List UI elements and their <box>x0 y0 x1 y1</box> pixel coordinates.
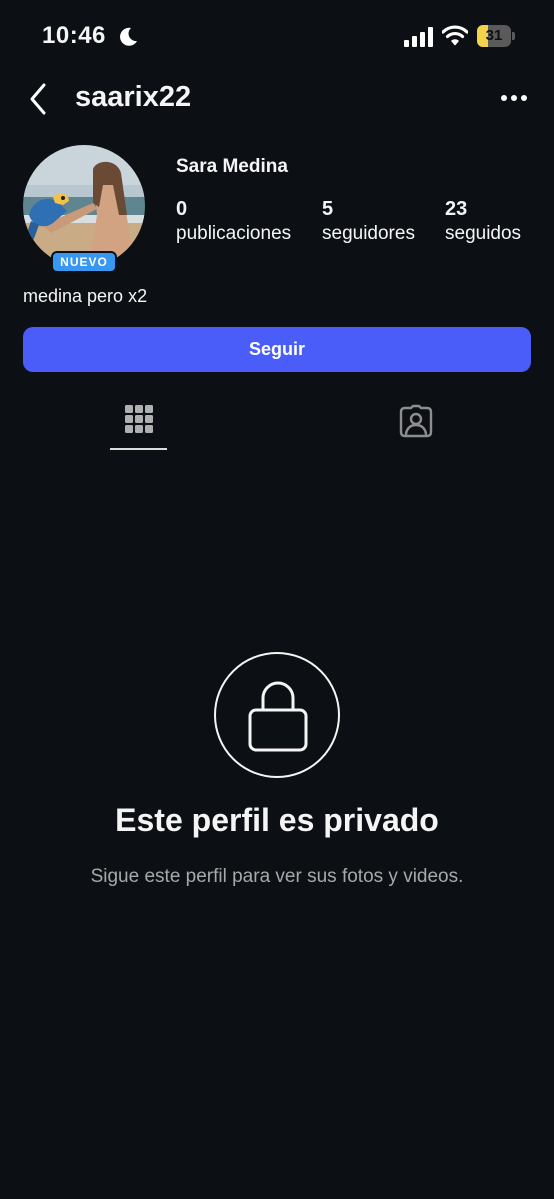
tab-posts-grid[interactable] <box>110 400 167 452</box>
followers-stat[interactable]: 5 seguidores <box>322 197 415 247</box>
lock-icon <box>248 681 308 752</box>
private-profile-subtitle: Sigue este perfil para ver sus fotos y v… <box>90 866 464 887</box>
status-time: 10:46 <box>42 22 106 49</box>
avatar[interactable] <box>23 145 145 267</box>
battery-icon: 31 <box>477 25 515 47</box>
lock-circle <box>214 652 340 778</box>
followers-label: seguidores <box>322 223 415 244</box>
following-label: seguidos <box>445 223 522 244</box>
battery-tip <box>512 32 515 40</box>
full-name: Sara Medina <box>176 156 288 177</box>
grid-icon <box>125 405 153 433</box>
signal-icon <box>404 27 433 47</box>
more-horizontal-icon[interactable] <box>500 92 528 104</box>
posts-count: 0 <box>176 198 188 220</box>
wifi-icon <box>442 25 468 46</box>
tagged-person-icon <box>399 404 433 438</box>
new-badge: NUEVO <box>51 251 117 273</box>
battery-body: 31 <box>477 25 511 47</box>
posts-stat: 0 publicaciones <box>176 197 291 247</box>
following-stat[interactable]: 23 seguidos <box>445 197 521 247</box>
posts-label: publicaciones <box>176 223 292 244</box>
moon-icon <box>120 27 137 46</box>
avatar-photo <box>23 145 145 267</box>
follow-button[interactable]: Seguir <box>23 327 531 372</box>
tab-tagged[interactable] <box>395 400 437 442</box>
following-count: 23 <box>445 198 468 220</box>
status-bar: 10:46 31 <box>0 0 554 72</box>
private-profile-title: Este perfil es privado <box>115 802 439 838</box>
profile-screen: 10:46 31 saarix22 NUEVO Sara Medina 0 pu… <box>0 0 554 1199</box>
chevron-left-icon[interactable] <box>26 82 52 116</box>
followers-count: 5 <box>322 198 334 220</box>
battery-level: 31 <box>485 27 503 44</box>
username: saarix22 <box>75 81 192 113</box>
active-tab-indicator <box>110 448 167 450</box>
bio: medina pero x2 <box>23 286 148 306</box>
